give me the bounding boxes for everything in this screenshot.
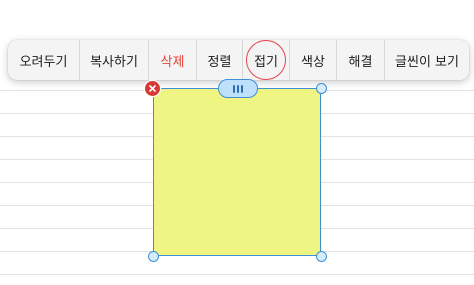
grip-bar [237,84,239,93]
resize-handle-top-right[interactable] [315,82,327,94]
menu-item-label: 접기 [254,54,278,70]
menu-item-cut[interactable]: 오려두기 [8,40,79,80]
delete-note-button[interactable] [145,81,160,96]
menu-item-arrange[interactable]: 정렬 [196,40,242,80]
move-grip-handle[interactable] [218,79,258,98]
menu-item-label: 글씬이 보기 [395,54,459,70]
menu-item-label: 정렬 [207,54,232,70]
sticky-note[interactable] [153,88,321,256]
menu-item-color[interactable]: 색상 [289,40,336,80]
menu-item-label: 복사하기 [90,54,138,70]
menu-item-delete[interactable]: 삭제 [148,40,196,80]
menu-item-release[interactable]: 해결 [336,40,384,80]
menu-item-label: 오려두기 [19,54,68,70]
resize-handle-bottom-right[interactable] [315,250,327,262]
grip-bar [240,84,243,93]
grip-bar [233,84,236,93]
menu-item-label: 색상 [301,54,325,70]
ruled-line [0,274,474,275]
menu-item-collapse[interactable]: 접기 [242,40,289,80]
menu-item-label: 해결 [348,54,373,70]
context-menu: 오려두기 복사하기 삭제 정렬 접기 색상 해결 글씬이 보기 [8,40,469,80]
menu-item-show-text[interactable]: 글씬이 보기 [384,40,469,80]
close-icon [149,85,156,92]
resize-handle-bottom-left[interactable] [147,250,159,262]
menu-item-copy[interactable]: 복사하기 [79,40,148,80]
menu-item-label: 삭제 [160,54,185,70]
